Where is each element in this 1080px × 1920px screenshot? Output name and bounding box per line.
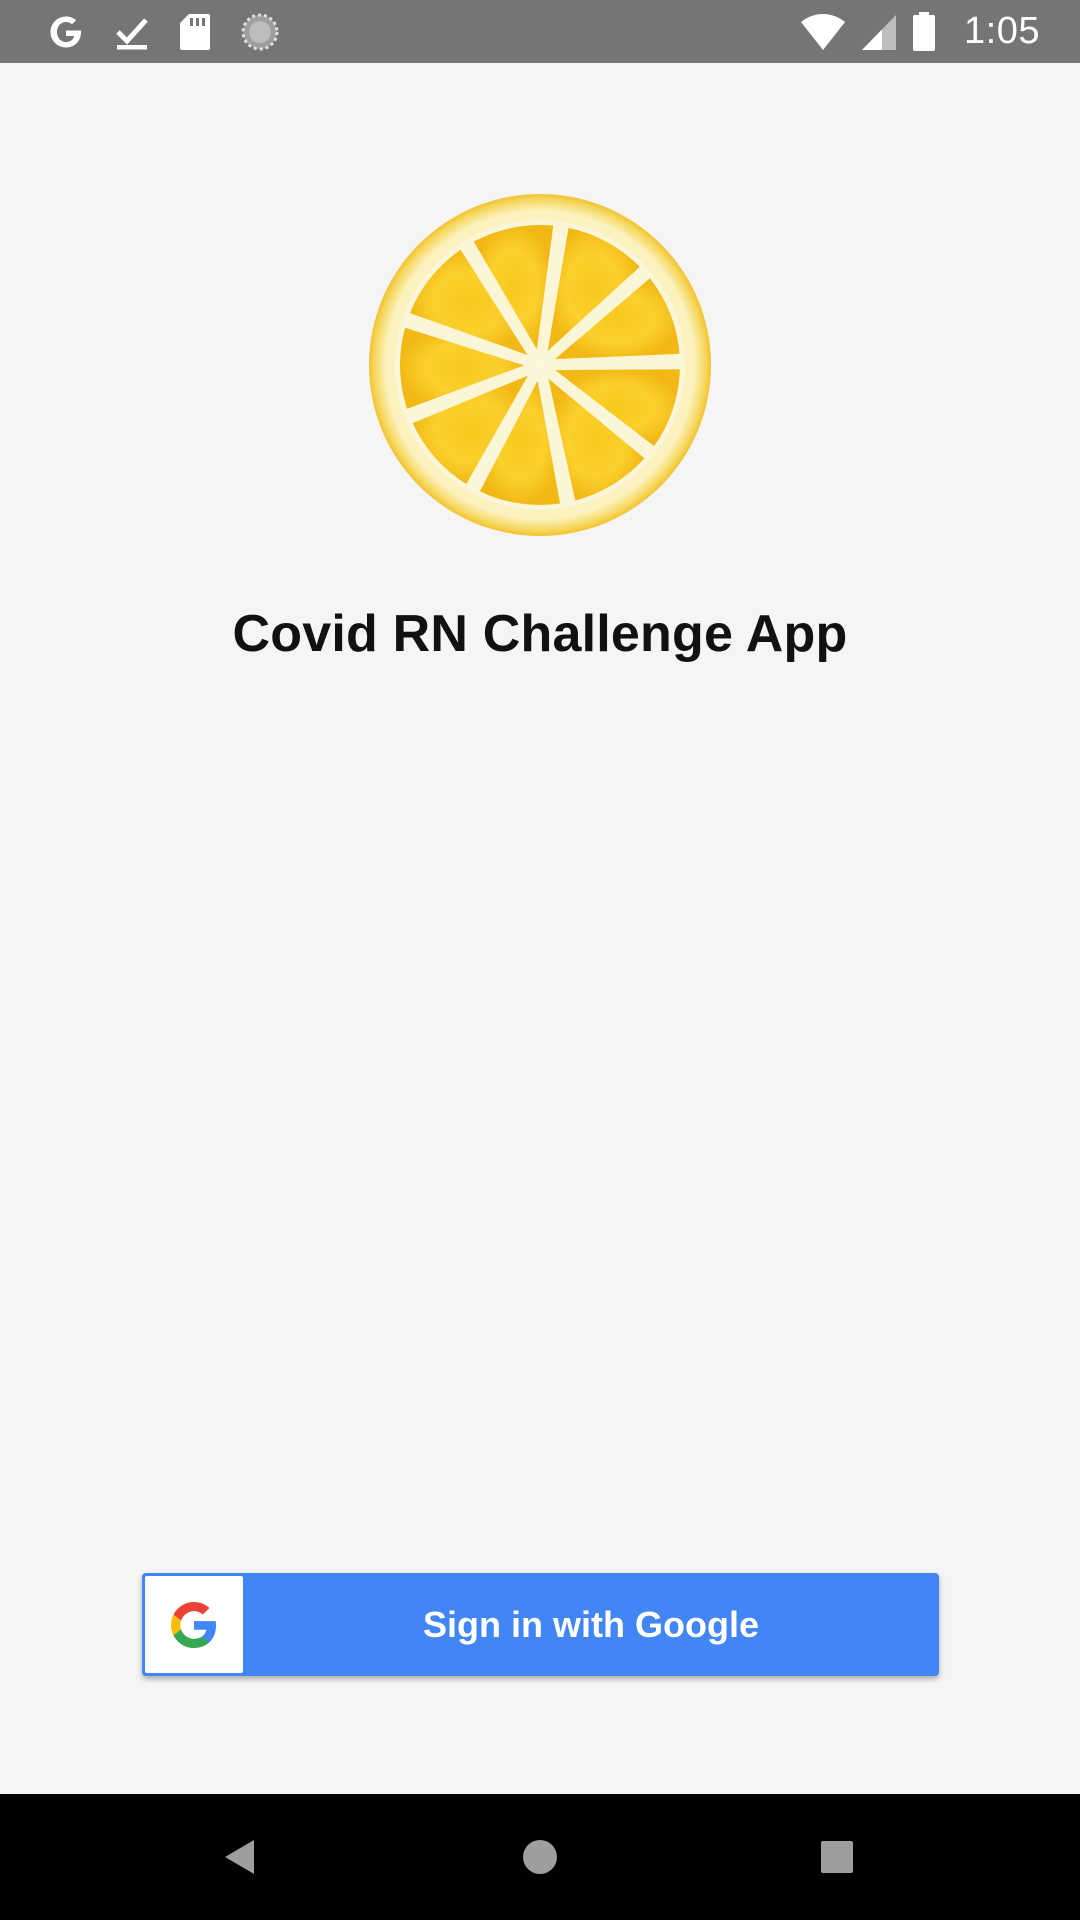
download-done-icon bbox=[116, 17, 148, 49]
home-icon bbox=[523, 1840, 557, 1874]
battery-icon bbox=[913, 11, 936, 51]
nav-home-button[interactable] bbox=[480, 1794, 600, 1920]
lemon-slice-icon bbox=[369, 194, 711, 536]
status-bar-time: 1:05 bbox=[964, 10, 1040, 52]
google-logo-box bbox=[145, 1576, 243, 1673]
wifi-icon bbox=[801, 13, 846, 50]
loading-spinner-icon bbox=[241, 13, 279, 50]
status-bar-system: 1:05 bbox=[800, 0, 1040, 63]
login-screen: 1:05 Covid RN Challenge App Sign in with… bbox=[0, 0, 1080, 1920]
google-g-icon bbox=[50, 16, 81, 47]
recents-icon bbox=[821, 1841, 853, 1873]
status-bar-notifications bbox=[46, 0, 280, 63]
google-logo-icon bbox=[171, 1601, 217, 1648]
sd-card-icon bbox=[180, 13, 210, 50]
navigation-bar bbox=[0, 1794, 1080, 1920]
status-bar: 1:05 bbox=[0, 0, 1080, 63]
nav-recents-button[interactable] bbox=[777, 1794, 897, 1920]
nav-back-button[interactable] bbox=[181, 1794, 301, 1920]
app-title: Covid RN Challenge App bbox=[232, 605, 848, 663]
google-sign-in-button[interactable]: Sign in with Google bbox=[142, 1573, 939, 1676]
cell-signal-icon bbox=[862, 14, 897, 50]
back-icon bbox=[225, 1840, 254, 1874]
google-sign-in-label: Sign in with Google bbox=[423, 1604, 759, 1645]
